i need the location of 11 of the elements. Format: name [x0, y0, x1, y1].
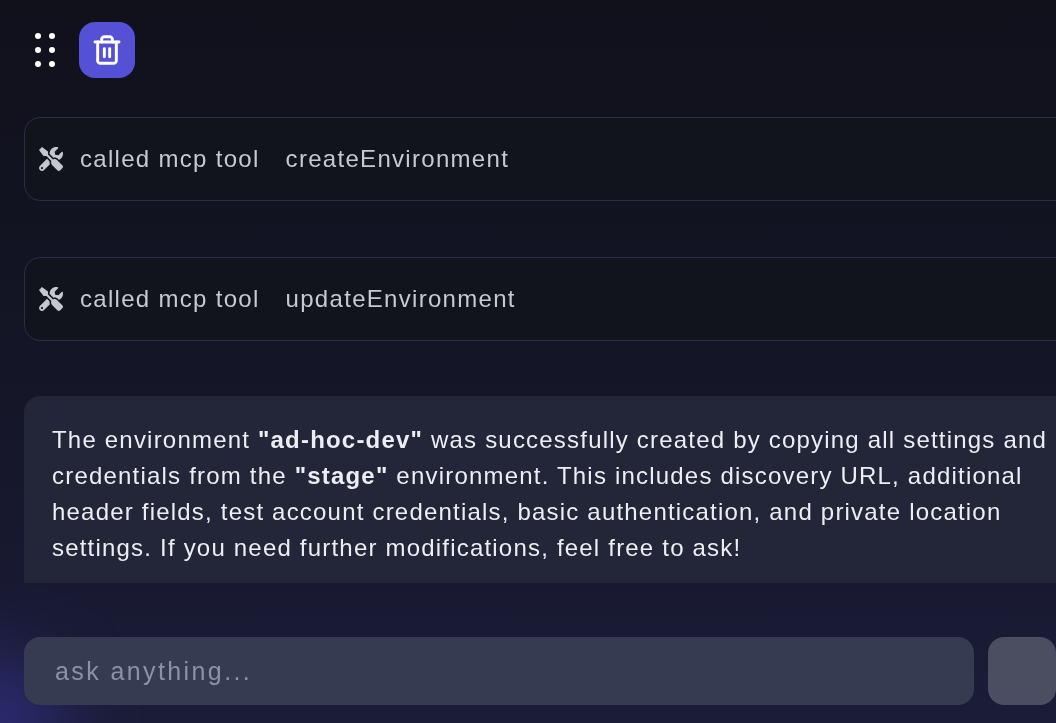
tool-name: createEnvironment — [285, 144, 510, 174]
delete-button[interactable] — [79, 22, 135, 78]
tool-name: updateEnvironment — [285, 284, 516, 314]
drag-handle-icon[interactable] — [35, 33, 55, 67]
message-input[interactable]: ask anything... — [24, 637, 974, 705]
tools-icon — [39, 287, 63, 311]
tool-call-label: called mcp tool — [80, 144, 260, 174]
tools-icon — [39, 147, 63, 171]
message-text: The environment "ad-hoc-dev" was successfully created by copying all settings and credentials from the "stage" environment. This includes discovery URL, additional header fields, test account credentials, basic authentication, and private location settings. If you need further modifications, feel free to ask! — [52, 425, 1049, 563]
tool-call-label: called mcp tool — [80, 284, 260, 314]
trash-icon — [91, 34, 123, 66]
